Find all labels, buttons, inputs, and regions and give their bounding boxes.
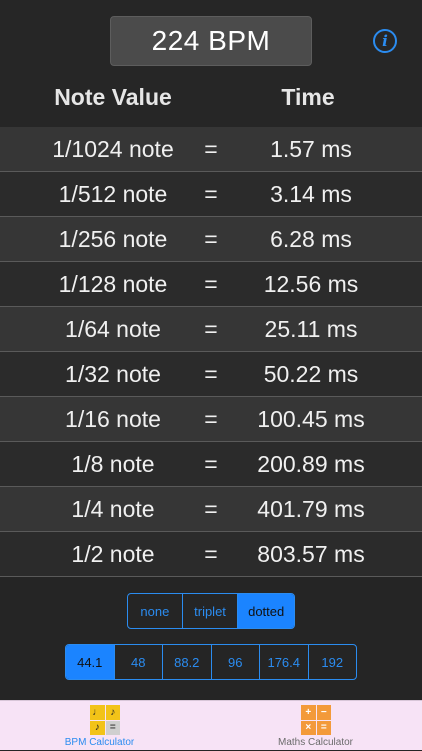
segment-88-2[interactable]: 88.2 <box>163 645 212 679</box>
tab-bpm-calculator[interactable]: ♩ ♪ ♪ = BPM Calculator <box>0 701 211 751</box>
tab-bar: ♩ ♪ ♪ = BPM Calculator + − × = Maths Calculato… <box>0 700 422 750</box>
segment-192[interactable]: 192 <box>309 645 357 679</box>
time-cell: 25.11 ms <box>264 315 358 342</box>
segment-176-4[interactable]: 176.4 <box>260 645 309 679</box>
column-header-time: Time <box>281 84 335 110</box>
note-value-cell: 1/16 note <box>65 405 161 432</box>
table-row: 1/32 note = 50.22 ms <box>0 352 422 397</box>
segment-96[interactable]: 96 <box>212 645 260 679</box>
segment-none[interactable]: none <box>128 594 183 628</box>
table-row: 1/128 note = 12.56 ms <box>0 262 422 307</box>
time-cell: 200.89 ms <box>257 450 365 477</box>
time-cell: 100.45 ms <box>257 405 365 432</box>
tab-maths-calculator[interactable]: + − × = Maths Calculator <box>211 701 422 751</box>
top-bar: 224 BPM i Note Value Time <box>0 0 422 127</box>
table-row: 1/64 note = 25.11 ms <box>0 307 422 352</box>
info-icon[interactable]: i <box>373 29 397 53</box>
table-row: 1/2 note = 803.57 ms <box>0 532 422 577</box>
segment-triplet[interactable]: triplet <box>183 594 239 628</box>
note-value-cell: 1/128 note <box>58 270 168 297</box>
time-cell: 12.56 ms <box>263 270 359 297</box>
note-value-cell: 1/256 note <box>58 225 168 252</box>
table-row: 1/8 note = 200.89 ms <box>0 442 422 487</box>
tab-label: BPM Calculator <box>64 737 135 748</box>
note-value-cell: 1/64 note <box>65 315 161 342</box>
tab-label: Maths Calculator <box>277 737 354 748</box>
note-value-cell: 1/1024 note <box>52 135 174 162</box>
table-row: 1/512 note = 3.14 ms <box>0 172 422 217</box>
segment-48[interactable]: 48 <box>115 645 163 679</box>
note-value-cell: 1/512 note <box>58 180 168 207</box>
table-row: 1/1024 note = 1.57 ms <box>0 127 422 172</box>
note-value-cell: 1/2 note <box>71 540 155 567</box>
time-cell: 803.57 ms <box>257 540 365 567</box>
time-cell: 401.79 ms <box>257 495 365 522</box>
table-row: 1/256 note = 6.28 ms <box>0 217 422 262</box>
note-value-cell: 1/4 note <box>71 495 155 522</box>
time-cell: 50.22 ms <box>263 360 359 387</box>
note-value-cell: 1/32 note <box>65 360 161 387</box>
maths-calculator-icon: + − × = <box>301 705 331 735</box>
sample-rate-segmented-control: 44.1 48 88.2 96 176.4 192 <box>65 644 357 680</box>
bpm-calculator-icon: ♩ ♪ ♪ = <box>90 705 120 735</box>
note-time-table: 1/1024 note = 1.57 ms 1/512 note = 3.14 … <box>0 127 422 577</box>
table-row: 1/16 note = 100.45 ms <box>0 397 422 442</box>
table-row: 1/4 note = 401.79 ms <box>0 487 422 532</box>
segment-dotted[interactable]: dotted <box>238 594 294 628</box>
bpm-display-button[interactable]: 224 BPM <box>110 16 312 66</box>
segment-44-1[interactable]: 44.1 <box>66 645 115 679</box>
note-value-cell: 1/8 note <box>71 450 155 477</box>
time-cell: 6.28 ms <box>270 225 352 252</box>
note-modifier-segmented-control: none triplet dotted <box>127 593 295 629</box>
time-cell: 1.57 ms <box>270 135 352 162</box>
time-cell: 3.14 ms <box>270 180 352 207</box>
column-header-note-value: Note Value <box>54 84 172 110</box>
